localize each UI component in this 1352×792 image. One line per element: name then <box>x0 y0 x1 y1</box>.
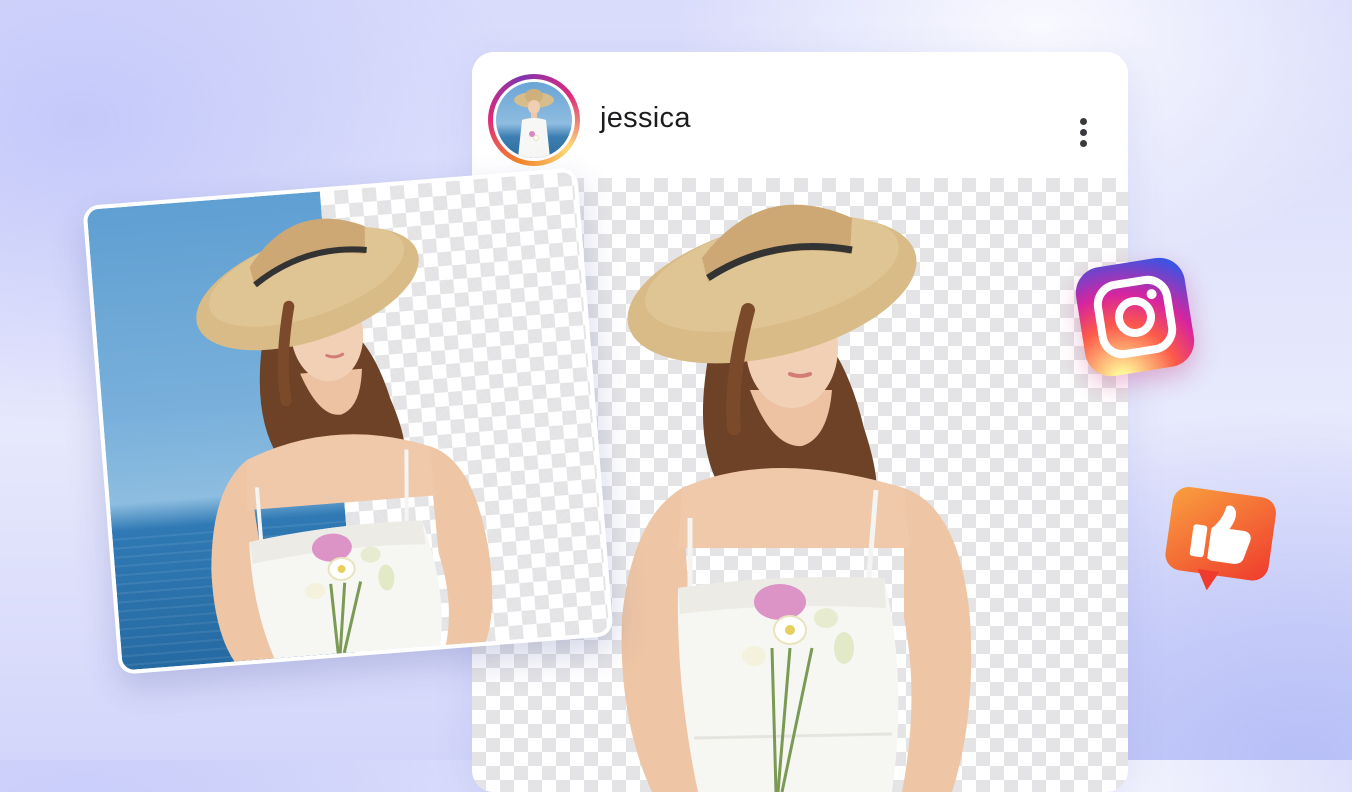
avatar[interactable] <box>488 74 580 166</box>
post-username[interactable]: jessica <box>600 102 691 135</box>
before-after-comparison-card <box>82 167 614 675</box>
woman-in-sun-hat-photo <box>196 218 493 662</box>
more-vertical-icon[interactable] <box>1072 114 1096 150</box>
thumbs-up-icon <box>1162 484 1282 600</box>
instagram-icon <box>1072 254 1198 380</box>
post-header: jessica <box>472 52 1128 178</box>
avatar-figure <box>514 89 554 158</box>
avatar-photo <box>496 82 572 158</box>
